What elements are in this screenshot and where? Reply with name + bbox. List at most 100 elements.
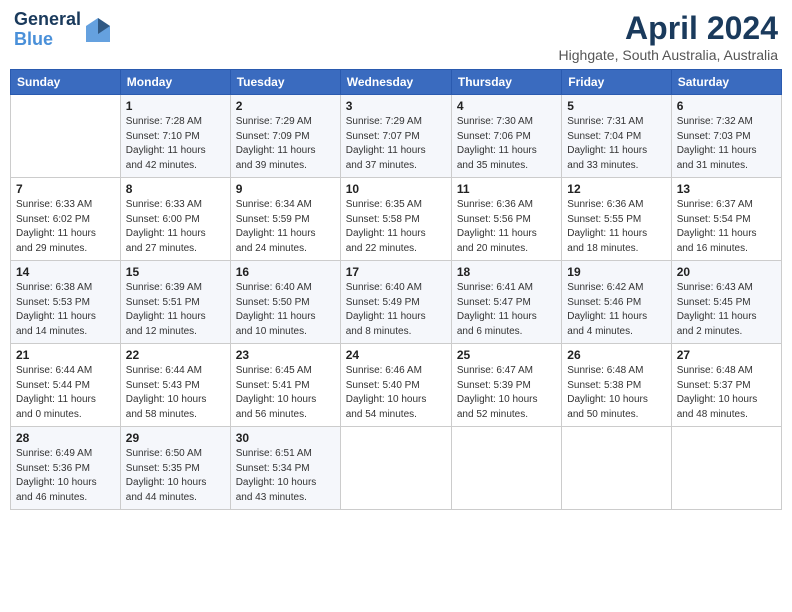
calendar-cell: 5 Sunrise: 7:31 AM Sunset: 7:04 PM Daylig… [562,95,671,178]
day-number: 8 [126,182,225,196]
day-info: Sunrise: 6:36 AM Sunset: 5:55 PM Dayligh… [567,198,665,256]
calendar-cell: 16 Sunrise: 6:40 AM Sunset: 5:50 PM Dayli… [230,261,340,344]
day-info: Sunrise: 6:40 AM Sunset: 5:50 PM Dayligh… [236,281,335,339]
location-title: Highgate, South Australia, Australia [559,47,778,63]
day-info: Sunrise: 6:45 AM Sunset: 5:41 PM Dayligh… [236,364,335,422]
day-number: 1 [126,99,225,113]
logo-icon [84,16,112,44]
calendar-header: SundayMondayTuesdayWednesdayThursdayFrid… [11,70,782,95]
weekday-header-thursday: Thursday [451,70,561,95]
logo-text: GeneralBlue [14,10,81,50]
day-info: Sunrise: 6:42 AM Sunset: 5:46 PM Dayligh… [567,281,665,339]
day-info: Sunrise: 7:30 AM Sunset: 7:06 PM Dayligh… [457,115,556,173]
calendar-cell: 29 Sunrise: 6:50 AM Sunset: 5:35 PM Dayli… [120,427,230,510]
weekday-header-saturday: Saturday [671,70,781,95]
calendar-cell: 19Sunrise: 6:42 AM Sunset: 5:46 PM Dayli… [562,261,671,344]
day-number: 5 [567,99,665,113]
day-number: 23 [236,348,335,362]
calendar-cell [11,95,121,178]
calendar-cell: 7 Sunrise: 6:33 AM Sunset: 6:02 PM Daylig… [11,178,121,261]
day-info: Sunrise: 7:31 AM Sunset: 7:04 PM Dayligh… [567,115,665,173]
day-number: 7 [16,182,115,196]
weekday-header-friday: Friday [562,70,671,95]
day-number: 27 [677,348,776,362]
day-number: 13 [677,182,776,196]
day-number: 15 [126,265,225,279]
calendar-cell: 12 Sunrise: 6:36 AM Sunset: 5:55 PM Dayli… [562,178,671,261]
calendar-week-row: 14Sunrise: 6:38 AM Sunset: 5:53 PM Dayli… [11,261,782,344]
calendar-cell: 24 Sunrise: 6:46 AM Sunset: 5:40 PM Dayli… [340,344,451,427]
day-info: Sunrise: 6:35 AM Sunset: 5:58 PM Dayligh… [346,198,446,256]
day-info: Sunrise: 6:38 AM Sunset: 5:53 PM Dayligh… [16,281,115,339]
calendar-cell: 21 Sunrise: 6:44 AM Sunset: 5:44 PM Dayli… [11,344,121,427]
day-number: 11 [457,182,556,196]
calendar-cell [562,427,671,510]
day-number: 29 [126,431,225,445]
day-number: 9 [236,182,335,196]
calendar-week-row: 28 Sunrise: 6:49 AM Sunset: 5:36 PM Dayli… [11,427,782,510]
day-number: 30 [236,431,335,445]
day-info: Sunrise: 6:44 AM Sunset: 5:44 PM Dayligh… [16,364,115,422]
day-info: Sunrise: 6:39 AM Sunset: 5:51 PM Dayligh… [126,281,225,339]
day-info: Sunrise: 6:34 AM Sunset: 5:59 PM Dayligh… [236,198,335,256]
calendar-cell: 15 Sunrise: 6:39 AM Sunset: 5:51 PM Dayli… [120,261,230,344]
calendar-cell [451,427,561,510]
day-number: 6 [677,99,776,113]
day-number: 17 [346,265,446,279]
calendar-cell [671,427,781,510]
day-info: Sunrise: 6:48 AM Sunset: 5:38 PM Dayligh… [567,364,665,422]
weekday-header-sunday: Sunday [11,70,121,95]
day-info: Sunrise: 7:32 AM Sunset: 7:03 PM Dayligh… [677,115,776,173]
calendar-week-row: 21 Sunrise: 6:44 AM Sunset: 5:44 PM Dayli… [11,344,782,427]
calendar-cell: 13Sunrise: 6:37 AM Sunset: 5:54 PM Dayli… [671,178,781,261]
day-number: 12 [567,182,665,196]
calendar-cell [340,427,451,510]
day-info: Sunrise: 6:48 AM Sunset: 5:37 PM Dayligh… [677,364,776,422]
day-info: Sunrise: 6:33 AM Sunset: 6:02 PM Dayligh… [16,198,115,256]
weekday-header-monday: Monday [120,70,230,95]
calendar-cell: 1Sunrise: 7:28 AM Sunset: 7:10 PM Daylig… [120,95,230,178]
calendar-cell: 10 Sunrise: 6:35 AM Sunset: 5:58 PM Dayli… [340,178,451,261]
calendar-cell: 8 Sunrise: 6:33 AM Sunset: 6:00 PM Daylig… [120,178,230,261]
weekday-header-wednesday: Wednesday [340,70,451,95]
day-number: 24 [346,348,446,362]
day-number: 21 [16,348,115,362]
calendar-cell: 9 Sunrise: 6:34 AM Sunset: 5:59 PM Daylig… [230,178,340,261]
day-number: 2 [236,99,335,113]
day-info: Sunrise: 6:33 AM Sunset: 6:00 PM Dayligh… [126,198,225,256]
day-number: 25 [457,348,556,362]
day-number: 26 [567,348,665,362]
calendar-cell: 27 Sunrise: 6:48 AM Sunset: 5:37 PM Dayli… [671,344,781,427]
calendar-cell: 26 Sunrise: 6:48 AM Sunset: 5:38 PM Dayli… [562,344,671,427]
day-info: Sunrise: 6:44 AM Sunset: 5:43 PM Dayligh… [126,364,225,422]
day-info: Sunrise: 6:36 AM Sunset: 5:56 PM Dayligh… [457,198,556,256]
title-block: April 2024 Highgate, South Australia, Au… [559,10,778,63]
day-number: 4 [457,99,556,113]
calendar-cell: 14Sunrise: 6:38 AM Sunset: 5:53 PM Dayli… [11,261,121,344]
calendar-table: SundayMondayTuesdayWednesdayThursdayFrid… [10,69,782,510]
day-number: 28 [16,431,115,445]
day-info: Sunrise: 6:50 AM Sunset: 5:35 PM Dayligh… [126,447,225,505]
page-header: GeneralBlue April 2024 Highgate, South A… [10,10,782,63]
calendar-cell: 18Sunrise: 6:41 AM Sunset: 5:47 PM Dayli… [451,261,561,344]
day-number: 20 [677,265,776,279]
calendar-cell: 25 Sunrise: 6:47 AM Sunset: 5:39 PM Dayli… [451,344,561,427]
day-number: 3 [346,99,446,113]
month-title: April 2024 [559,10,778,47]
day-number: 16 [236,265,335,279]
weekday-header-tuesday: Tuesday [230,70,340,95]
day-number: 10 [346,182,446,196]
calendar-cell: 28 Sunrise: 6:49 AM Sunset: 5:36 PM Dayli… [11,427,121,510]
calendar-cell: 3Sunrise: 7:29 AM Sunset: 7:07 PM Daylig… [340,95,451,178]
day-info: Sunrise: 6:40 AM Sunset: 5:49 PM Dayligh… [346,281,446,339]
day-info: Sunrise: 6:49 AM Sunset: 5:36 PM Dayligh… [16,447,115,505]
calendar-cell: 4 Sunrise: 7:30 AM Sunset: 7:06 PM Daylig… [451,95,561,178]
day-info: Sunrise: 6:43 AM Sunset: 5:45 PM Dayligh… [677,281,776,339]
day-info: Sunrise: 6:41 AM Sunset: 5:47 PM Dayligh… [457,281,556,339]
day-number: 22 [126,348,225,362]
day-info: Sunrise: 6:46 AM Sunset: 5:40 PM Dayligh… [346,364,446,422]
calendar-week-row: 1Sunrise: 7:28 AM Sunset: 7:10 PM Daylig… [11,95,782,178]
calendar-cell: 2Sunrise: 7:29 AM Sunset: 7:09 PM Daylig… [230,95,340,178]
calendar-cell: 6 Sunrise: 7:32 AM Sunset: 7:03 PM Daylig… [671,95,781,178]
day-info: Sunrise: 6:47 AM Sunset: 5:39 PM Dayligh… [457,364,556,422]
